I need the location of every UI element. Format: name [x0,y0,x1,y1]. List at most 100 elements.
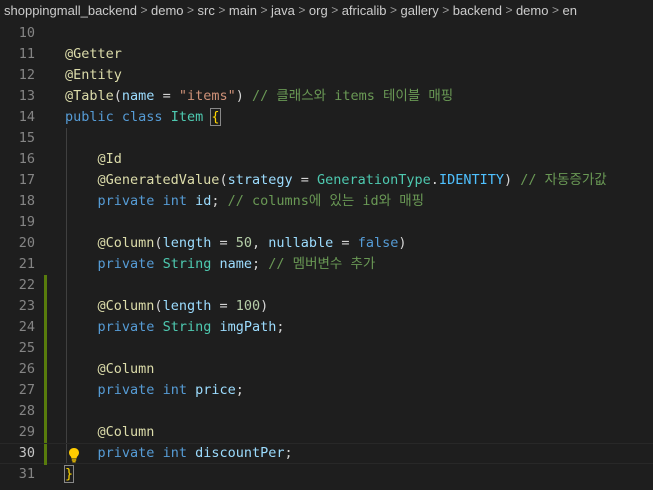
code-token: 50 [235,235,252,251]
code-token: IDENTITY [438,172,504,188]
breadcrumb-item[interactable]: demo [151,3,184,18]
code-token: ( [113,88,122,104]
code-token: ( [154,235,163,251]
chevron-right-icon: > [389,3,397,17]
code-line[interactable]: 25 [0,338,653,359]
code-line[interactable]: 10 [0,23,653,44]
gutter-modified-marker[interactable] [44,338,47,359]
gutter-modified-marker[interactable] [44,359,47,380]
code-line[interactable]: 18 private int id; // columns에 있는 id와 매핑 [0,191,653,212]
breadcrumb-item[interactable]: src [198,3,215,18]
code-text[interactable]: @Entity [65,65,122,86]
code-line[interactable]: 11 @Getter [0,44,653,65]
code-token: ; [284,445,293,461]
gutter-modified-marker[interactable] [44,444,47,465]
code-line[interactable]: 21 private String name; // 멤버변수 추가 [0,254,653,275]
code-text[interactable]: @Column(length = 50, nullable = false) [65,233,407,254]
code-line[interactable]: 17 @GeneratedValue(strategy = Generation… [0,170,653,191]
code-line[interactable]: 12 @Entity [0,65,653,86]
code-line[interactable]: 26 @Column [0,359,653,380]
line-number: 12 [18,67,35,83]
chevron-right-icon: > [505,3,513,17]
code-text[interactable]: @Getter [65,44,122,65]
code-text[interactable]: @Id [65,149,122,170]
breadcrumb-item[interactable]: demo [516,3,549,18]
code-text[interactable]: public class Item { [65,107,221,128]
code-line[interactable]: 22 [0,275,653,296]
gutter-modified-marker[interactable] [44,380,47,401]
breadcrumb-item[interactable]: gallery [401,3,439,18]
code-line[interactable]: 23 @Column(length = 100) [0,296,653,317]
code-token: int [162,445,187,461]
code-token: false [357,235,399,251]
code-line[interactable]: 31} [0,464,653,485]
code-text[interactable]: @Table(name = "items") // 클래스와 items 테이블… [65,86,453,107]
gutter-modified-marker[interactable] [44,317,47,338]
breadcrumb-item[interactable]: main [229,3,257,18]
code-text[interactable]: private int price; [65,380,244,401]
line-number: 14 [18,109,35,125]
lightbulb-icon[interactable] [67,444,81,465]
code-text[interactable]: @Column(length = 100) [65,296,269,317]
code-line[interactable]: 14 public class Item { [0,107,653,128]
code-token: // 클래스와 items 테이블 매핑 [252,88,454,104]
code-line[interactable]: 13 @Table(name = "items") // 클래스와 items 테… [0,86,653,107]
code-token: id [195,193,212,209]
code-line[interactable]: 16 @Id [0,149,653,170]
code-token: nullable [268,235,334,251]
code-token: ) [235,88,252,104]
code-text[interactable]: private String imgPath; [65,317,285,338]
breadcrumb-item[interactable]: backend [453,3,502,18]
breadcrumb-item[interactable]: en [562,3,576,18]
breadcrumb-item[interactable]: africalib [342,3,387,18]
breadcrumb-item[interactable]: java [271,3,295,18]
code-token: 100 [235,298,261,314]
code-line[interactable]: 19 [0,212,653,233]
code-line[interactable]: 20 @Column(length = 50, nullable = false… [0,233,653,254]
code-editor[interactable]: shoppingmall_backend > demo > src > main > java >… [0,0,653,490]
chevron-right-icon: > [298,3,306,17]
code-token: name [219,256,252,272]
line-number: 22 [18,277,35,293]
code-text[interactable]: @Column [65,422,155,443]
chevron-right-icon: > [218,3,226,17]
gutter-modified-marker[interactable] [44,296,47,317]
code-line[interactable]: 30 private int discountPer; [0,443,653,465]
line-number: 21 [18,256,35,272]
code-text[interactable]: private int id; // columns에 있는 id와 매핑 [65,191,425,212]
breadcrumb: shoppingmall_backend > demo > src > main > java >… [0,0,653,20]
breadcrumb-item[interactable]: org [309,3,328,18]
line-number: 30 [18,445,35,461]
code-line[interactable]: 29 @Column [0,422,653,443]
code-token: Item [170,109,204,125]
code-token: String [162,319,212,335]
gutter-modified-marker[interactable] [44,422,47,443]
code-token: @Table [65,88,114,104]
code-token: length [162,298,212,314]
code-text[interactable]: @GeneratedValue(strategy = GenerationTyp… [65,170,607,191]
breadcrumb-item[interactable]: shoppingmall_backend [4,3,137,18]
code-text[interactable]: private int discountPer; [65,444,293,463]
gutter-modified-marker[interactable] [44,401,47,422]
line-number: 13 [18,88,35,104]
code-line[interactable]: 15 [0,128,653,149]
code-token: "items" [178,88,236,104]
code-line[interactable]: 27 private int price; [0,380,653,401]
code-token: @Column [97,361,155,377]
code-text[interactable]: } [63,464,75,485]
code-line[interactable]: 28 [0,401,653,422]
code-token: @Id [97,151,122,167]
code-text[interactable]: private String name; // 멤버변수 추가 [65,254,376,275]
code-text[interactable]: @Column [65,359,155,380]
code-line[interactable]: 24 private String imgPath; [0,317,653,338]
line-number: 16 [18,151,35,167]
gutter-modified-marker[interactable] [44,275,47,296]
